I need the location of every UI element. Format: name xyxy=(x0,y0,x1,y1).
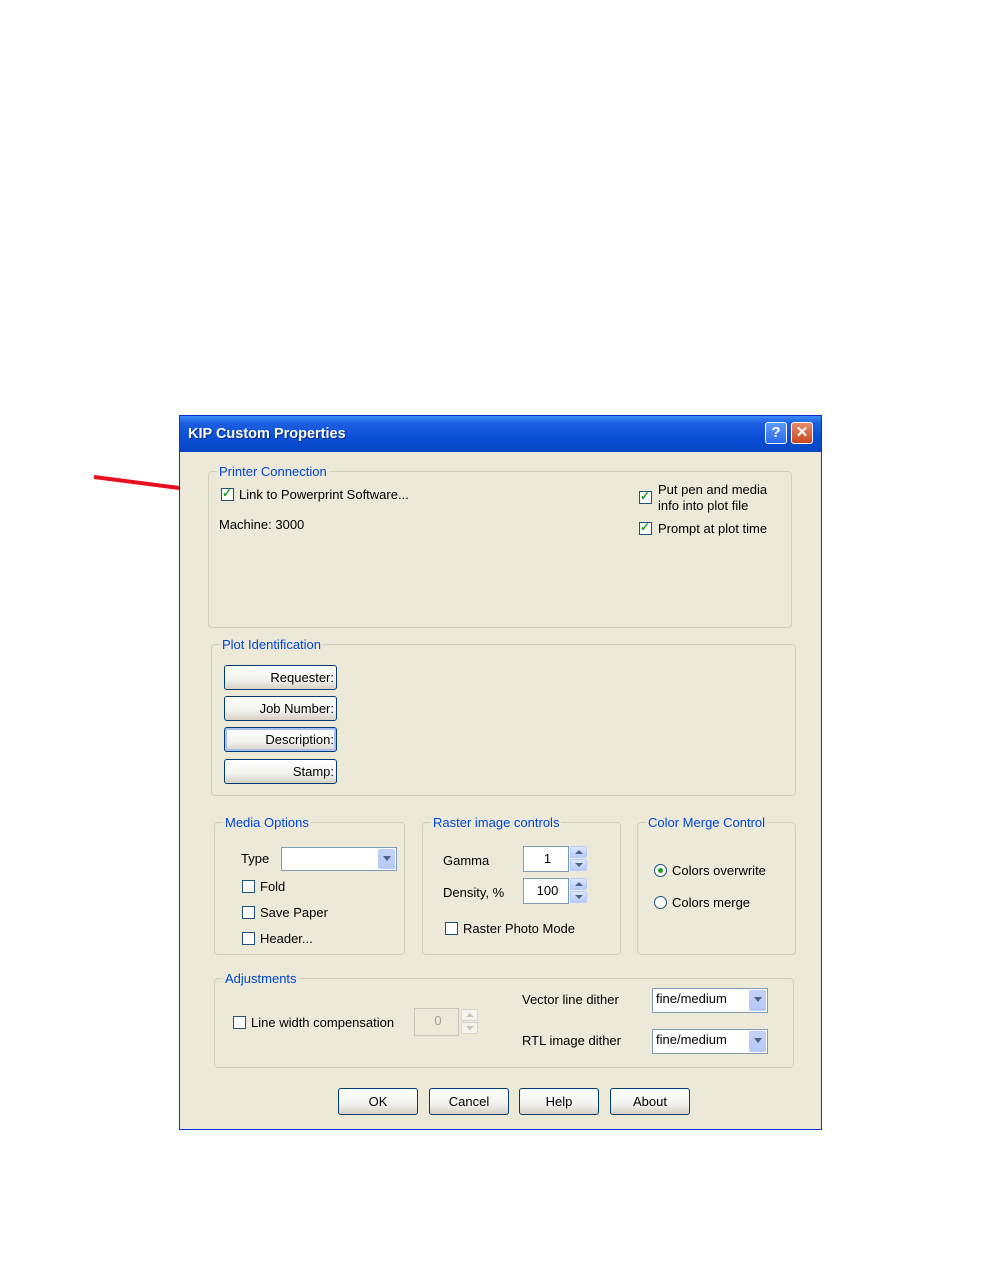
raster-image-controls-group: Raster image controls Gamma 1 Density, %… xyxy=(422,815,621,955)
line-width-input[interactable]: 0 xyxy=(414,1008,459,1036)
gamma-value: 1 xyxy=(543,851,552,866)
raster-image-controls-legend: Raster image controls xyxy=(431,815,562,830)
plot-identification-legend: Plot Identification xyxy=(220,637,324,652)
density-label: Density, % xyxy=(443,885,505,900)
prompt-plot-time-label[interactable]: Prompt at plot time xyxy=(658,521,767,536)
description-button[interactable]: Description: xyxy=(224,727,337,752)
spin-up-icon[interactable] xyxy=(461,1009,478,1021)
spin-down-icon[interactable] xyxy=(570,891,587,903)
vector-line-dither-label: Vector line dither xyxy=(522,992,619,1007)
raster-photo-mode-label[interactable]: Raster Photo Mode xyxy=(463,921,575,936)
cancel-button[interactable]: Cancel xyxy=(429,1088,509,1115)
density-spinner[interactable] xyxy=(570,878,587,904)
line-width-value: 0 xyxy=(434,1013,442,1028)
prompt-plot-time-checkbox[interactable] xyxy=(639,520,652,535)
printer-connection-legend: Printer Connection xyxy=(217,464,329,479)
fold-checkbox[interactable] xyxy=(242,880,255,893)
plot-identification-group: Plot Identification Requester: Job Numbe… xyxy=(211,637,796,796)
color-merge-control-group: Color Merge Control Colors overwrite Col… xyxy=(637,815,796,955)
adjustments-legend: Adjustments xyxy=(223,971,299,986)
gamma-spinner[interactable] xyxy=(570,846,587,872)
raster-photo-mode-checkbox[interactable] xyxy=(445,922,458,935)
rtl-image-dither-value: fine/medium xyxy=(656,1032,727,1047)
chevron-down-icon[interactable] xyxy=(378,849,395,869)
media-options-legend: Media Options xyxy=(223,815,311,830)
line-width-compensation-label[interactable]: Line width compensation xyxy=(251,1015,394,1030)
fold-label[interactable]: Fold xyxy=(260,879,285,894)
spin-down-icon[interactable] xyxy=(461,1022,478,1034)
colors-overwrite-radio[interactable] xyxy=(654,864,667,877)
link-powerprint-label[interactable]: Link to Powerprint Software... xyxy=(239,487,409,502)
density-value: 100 xyxy=(536,883,559,898)
about-button[interactable]: About xyxy=(610,1088,690,1115)
chevron-down-icon[interactable] xyxy=(749,1031,766,1052)
put-pen-media-label-line2[interactable]: info into plot file xyxy=(658,498,748,513)
type-label: Type xyxy=(241,851,270,866)
printer-connection-group: Printer Connection Link to Powerprint So… xyxy=(208,464,792,628)
vector-line-dither-dropdown[interactable]: fine/medium xyxy=(652,988,768,1013)
kip-custom-properties-dialog: KIP Custom Properties ? ✕ Printer Connec… xyxy=(179,415,822,1130)
media-options-group: Media Options Type Fold Save Paper Heade… xyxy=(214,815,405,955)
requester-button[interactable]: Requester: xyxy=(224,665,337,690)
window-title: KIP Custom Properties xyxy=(188,426,346,442)
help-button[interactable]: Help xyxy=(519,1088,599,1115)
colors-overwrite-label[interactable]: Colors overwrite xyxy=(672,863,766,878)
rtl-image-dither-dropdown[interactable]: fine/medium xyxy=(652,1029,768,1054)
close-button[interactable]: ✕ xyxy=(791,422,813,444)
spin-up-icon[interactable] xyxy=(570,846,587,858)
header-checkbox[interactable] xyxy=(242,932,255,945)
color-merge-control-legend: Color Merge Control xyxy=(646,815,768,830)
colors-merge-label[interactable]: Colors merge xyxy=(672,895,750,910)
type-dropdown[interactable] xyxy=(281,847,397,871)
help-icon: ? xyxy=(771,424,781,441)
gamma-input[interactable]: 1 xyxy=(523,846,569,872)
save-paper-label[interactable]: Save Paper xyxy=(260,905,328,920)
save-paper-checkbox[interactable] xyxy=(242,906,255,919)
vector-line-dither-value: fine/medium xyxy=(656,991,727,1006)
adjustments-group: Adjustments Line width compensation 0 Ve… xyxy=(214,971,794,1068)
title-bar[interactable]: KIP Custom Properties ? ✕ xyxy=(180,416,821,452)
density-input[interactable]: 100 xyxy=(523,878,569,904)
help-title-button[interactable]: ? xyxy=(765,422,787,444)
machine-label: Machine: 3000 xyxy=(219,517,305,532)
put-pen-media-label-line1[interactable]: Put pen and media xyxy=(658,482,767,497)
close-icon: ✕ xyxy=(795,424,809,441)
line-width-spinner[interactable] xyxy=(461,1009,478,1035)
gamma-label: Gamma xyxy=(443,853,490,868)
chevron-down-icon[interactable] xyxy=(749,990,766,1011)
rtl-image-dither-label: RTL image dither xyxy=(522,1033,621,1048)
job-number-button[interactable]: Job Number: xyxy=(224,696,337,721)
spin-down-icon[interactable] xyxy=(570,859,587,871)
header-label[interactable]: Header... xyxy=(260,931,313,946)
line-width-compensation-checkbox[interactable] xyxy=(233,1016,246,1029)
ok-button[interactable]: OK xyxy=(338,1088,418,1115)
colors-merge-radio[interactable] xyxy=(654,896,667,909)
spin-up-icon[interactable] xyxy=(570,878,587,890)
link-powerprint-checkbox[interactable] xyxy=(221,486,234,501)
stamp-button[interactable]: Stamp: xyxy=(224,759,337,784)
put-pen-media-checkbox[interactable] xyxy=(639,489,652,504)
